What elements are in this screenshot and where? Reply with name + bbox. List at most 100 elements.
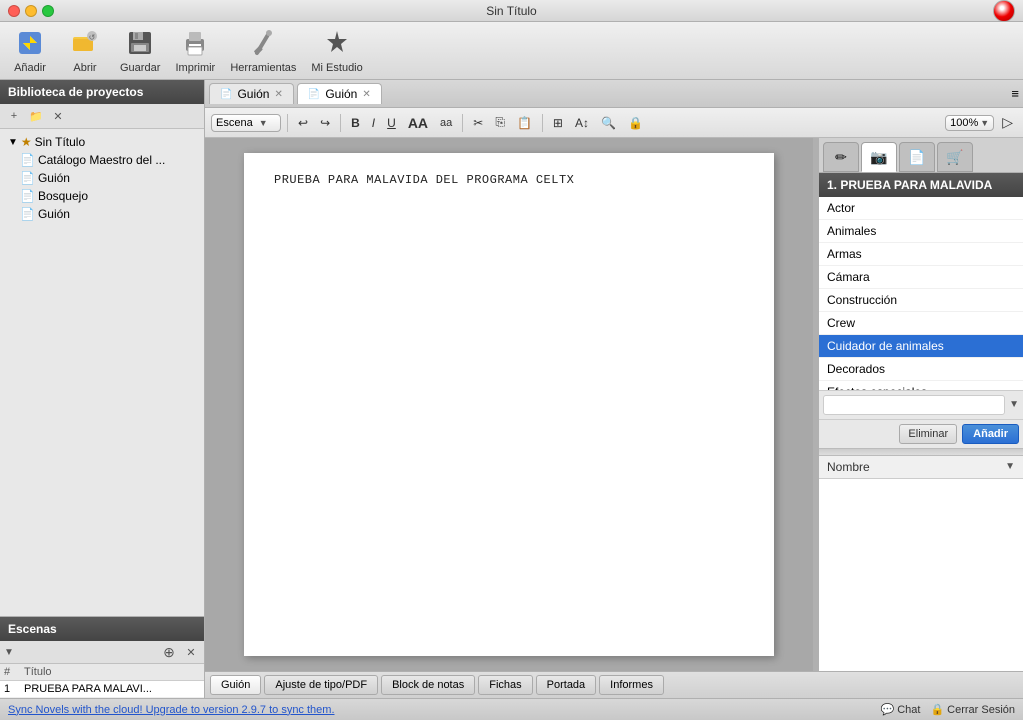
rp-category-list: Actor Animales Armas Cámara Construcción…: [819, 197, 1023, 390]
remove-button[interactable]: ✕: [49, 107, 67, 125]
copy-button[interactable]: ⎘: [491, 113, 509, 132]
tab-1[interactable]: 📄 Guión ✕: [297, 83, 382, 104]
tab-0[interactable]: 📄 Guión ✕: [209, 83, 294, 104]
statusbar-right: 💬 Chat 🔒 Cerrar Sesión: [880, 703, 1015, 716]
undo-button[interactable]: ↩: [294, 114, 312, 132]
rp-item-6[interactable]: Cuidador de animales: [819, 335, 1023, 358]
library-header: Biblioteca de proyectos: [0, 80, 204, 104]
rp-new-item-input[interactable]: [823, 395, 1005, 415]
rp-dropdown-arrow[interactable]: ▼: [1009, 399, 1019, 410]
rp-tab-cart[interactable]: 🛒: [937, 142, 973, 172]
tree-script-1[interactable]: 📄 Guión: [0, 169, 204, 187]
rp-tab-camera[interactable]: 📷: [861, 142, 897, 172]
window-title: Sin Título: [486, 4, 536, 18]
folder-button[interactable]: 📁: [27, 107, 45, 125]
rp-nombre-header: Nombre ▼: [819, 456, 1023, 479]
open-button[interactable]: ↺ Abrir: [65, 27, 105, 74]
tools-label: Herramientas: [230, 62, 296, 74]
rp-nombre-dropdown[interactable]: ▼: [1005, 461, 1015, 472]
rp-item-1[interactable]: Animales: [819, 220, 1023, 243]
main-layout: Biblioteca de proyectos + 📁 ✕ ▼ ★ Sin Tí…: [0, 80, 1023, 698]
add-project-button[interactable]: +: [5, 107, 23, 125]
scenes-header: Escenas: [0, 617, 204, 641]
rp-item-7[interactable]: Decorados: [819, 358, 1023, 381]
library-title: Biblioteca de proyectos: [8, 85, 143, 99]
sync-text[interactable]: Sync Novels with the cloud! Upgrade to v…: [8, 704, 335, 716]
italic-button[interactable]: I: [368, 114, 379, 132]
left-sidebar: Biblioteca de proyectos + 📁 ✕ ▼ ★ Sin Tí…: [0, 80, 205, 698]
scene-row[interactable]: 1 PRUEBA PARA MALAVI...: [0, 681, 204, 698]
rp-tab-pen[interactable]: ✏: [823, 142, 859, 172]
font-small-button[interactable]: aa: [436, 115, 456, 131]
maximize-button[interactable]: [42, 5, 54, 17]
add-label: Añadir: [14, 62, 46, 74]
bottom-tab-1[interactable]: Ajuste de tipo/PDF: [264, 675, 378, 695]
rp-separator: [819, 448, 1023, 456]
search-button[interactable]: 🔍: [597, 114, 620, 132]
underline-button[interactable]: U: [383, 114, 400, 132]
scenes-table: # Título 1 PRUEBA PARA MALAVI...: [0, 664, 204, 698]
close-button[interactable]: [8, 5, 20, 17]
rp-delete-button[interactable]: Eliminar: [899, 424, 957, 444]
print-label: Imprimir: [176, 62, 216, 74]
minimize-button[interactable]: [25, 5, 37, 17]
style-select[interactable]: Escena ▼: [211, 114, 281, 132]
scenes-section: Escenas ▼ ⊕ ✕ # Título 1 PRUEBA PARA MAL…: [0, 616, 204, 698]
rp-nombre-label: Nombre: [827, 460, 870, 474]
bottom-tab-5[interactable]: Informes: [599, 675, 664, 695]
rp-item-4[interactable]: Construcción: [819, 289, 1023, 312]
script-content: PRUEBA PARA MALAVIDA DEL PROGRAMA CELTX: [274, 173, 744, 187]
rp-tabs: ✏ 📷 📄 🛒: [819, 138, 1023, 173]
tab-close-1[interactable]: ✕: [362, 89, 370, 100]
tabs-right-controls: ≡: [1011, 86, 1019, 101]
bottom-tab-4[interactable]: Portada: [536, 675, 597, 695]
expand-button[interactable]: ▷: [998, 112, 1017, 133]
rp-item-2[interactable]: Armas: [819, 243, 1023, 266]
tools-button[interactable]: Herramientas: [230, 27, 296, 74]
session-icon: 🔒: [930, 703, 944, 716]
rp-item-3[interactable]: Cámara: [819, 266, 1023, 289]
scenes-add-button[interactable]: ⊕: [160, 643, 178, 661]
tabs-menu-button[interactable]: ≡: [1011, 86, 1019, 101]
redo-button[interactable]: ↪: [316, 114, 334, 132]
paste-button[interactable]: 📋: [513, 114, 536, 132]
open-label: Abrir: [73, 62, 96, 74]
cut-button[interactable]: ✂: [469, 114, 487, 132]
tab-close-0[interactable]: ✕: [274, 89, 282, 100]
script-canvas[interactable]: PRUEBA PARA MALAVIDA DEL PROGRAMA CELTX: [205, 138, 813, 671]
rp-item-0[interactable]: Actor: [819, 197, 1023, 220]
rp-scene-title: 1. PRUEBA PARA MALAVIDA: [819, 173, 1023, 197]
font-large-button[interactable]: AA: [404, 113, 432, 133]
chat-button[interactable]: 💬 Chat: [880, 703, 920, 716]
rp-nombre-content: [819, 479, 1023, 672]
save-button[interactable]: Guardar: [120, 27, 160, 74]
bottom-tab-2[interactable]: Block de notas: [381, 675, 475, 695]
help-icon[interactable]: [993, 0, 1015, 22]
divider-4: [542, 114, 543, 132]
zoom-control[interactable]: 100% ▼: [945, 115, 994, 131]
traffic-lights: [8, 5, 54, 17]
tree-script-2[interactable]: 📄 Guión: [0, 205, 204, 223]
rp-tab-doc[interactable]: 📄: [899, 142, 935, 172]
chat-icon: 💬: [880, 703, 894, 716]
tree-project-root[interactable]: ▼ ★ Sin Título: [0, 133, 204, 151]
lock-button[interactable]: 🔒: [624, 114, 647, 132]
tree-outline[interactable]: 📄 Bosquejo: [0, 187, 204, 205]
add-button[interactable]: Añadir: [10, 27, 50, 74]
divider-1: [287, 114, 288, 132]
session-button[interactable]: 🔒 Cerrar Sesión: [930, 703, 1015, 716]
format-btn-2[interactable]: A↕: [571, 114, 593, 132]
scenes-remove-button[interactable]: ✕: [182, 643, 200, 661]
main-toolbar: Añadir ↺ Abrir Guardar: [0, 22, 1023, 80]
tree-catalog[interactable]: 📄 Catálogo Maestro del ...: [0, 151, 204, 169]
rp-item-5[interactable]: Crew: [819, 312, 1023, 335]
print-button[interactable]: Imprimir: [175, 27, 215, 74]
format-btn-1[interactable]: ⊞: [549, 114, 567, 132]
rp-item-8[interactable]: Efectos especiales: [819, 381, 1023, 390]
bold-button[interactable]: B: [347, 114, 364, 132]
script-page: PRUEBA PARA MALAVIDA DEL PROGRAMA CELTX: [244, 153, 774, 656]
bottom-tab-0[interactable]: Guión: [210, 675, 261, 695]
studio-button[interactable]: Mi Estudio: [311, 27, 362, 74]
rp-add-button[interactable]: Añadir: [962, 424, 1019, 444]
bottom-tab-3[interactable]: Fichas: [478, 675, 532, 695]
